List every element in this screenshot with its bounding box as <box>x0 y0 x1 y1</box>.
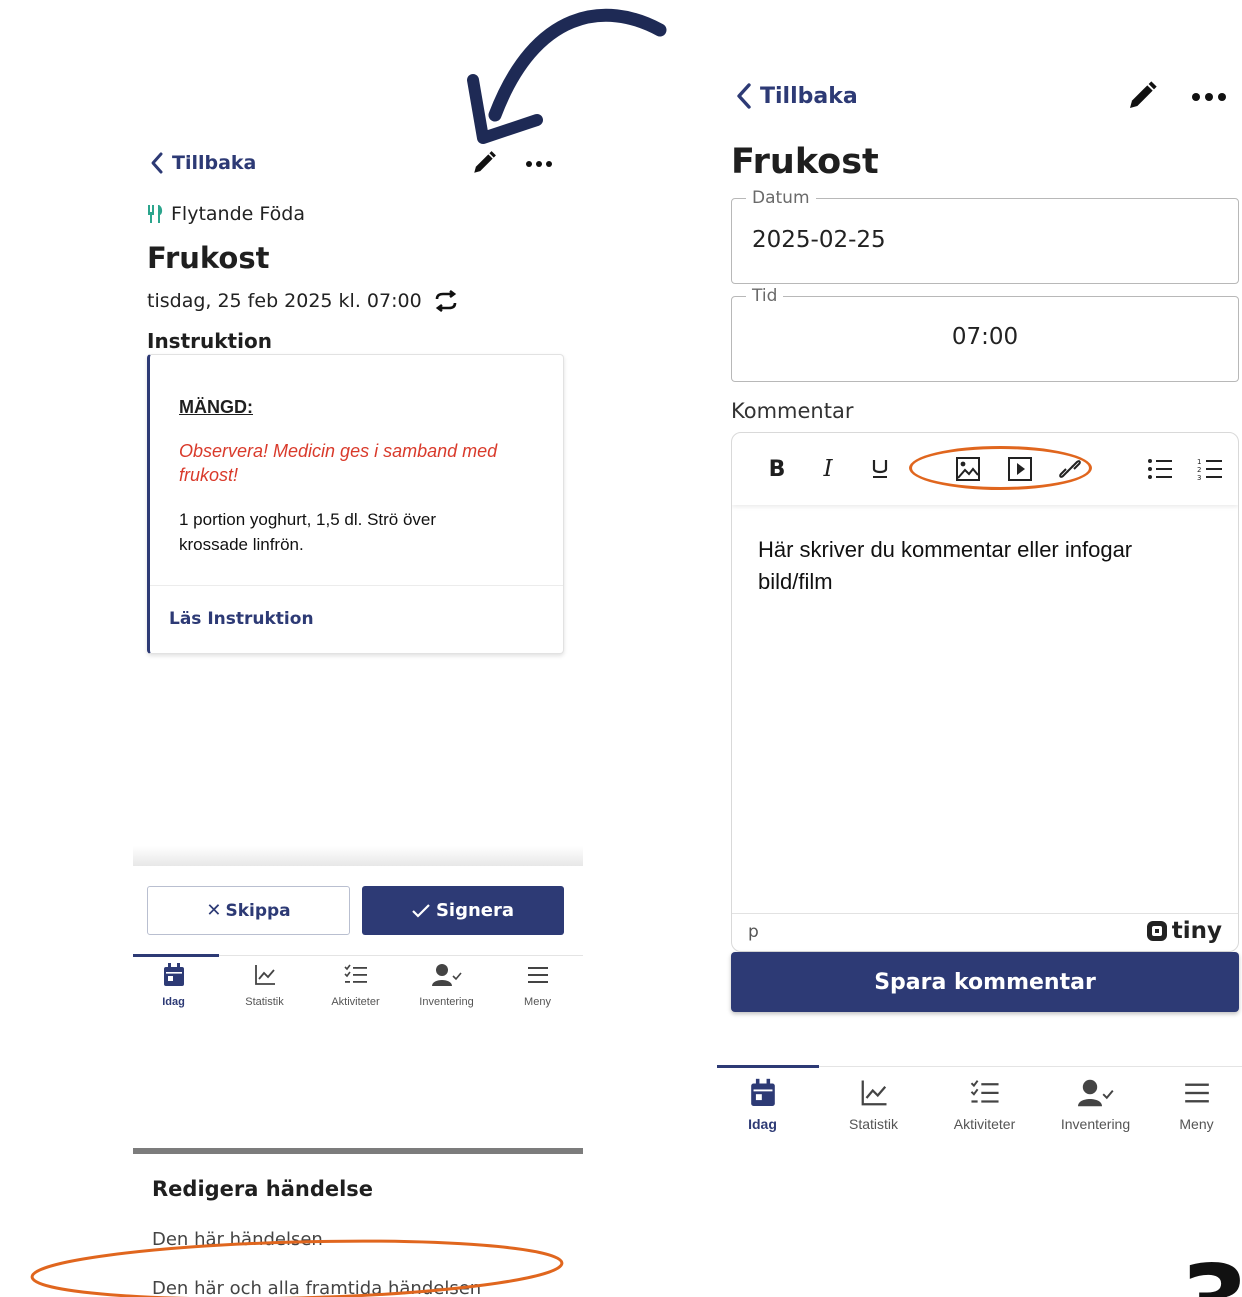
checklist-icon <box>970 1080 999 1103</box>
more-options-icon[interactable] <box>1192 93 1226 101</box>
pencil-icon[interactable] <box>471 150 497 176</box>
date-field[interactable]: Datum 2025-02-25 <box>731 188 1239 284</box>
sign-button[interactable]: Signera <box>362 886 564 935</box>
tab-label: Statistik <box>245 996 284 1008</box>
pencil-icon[interactable] <box>1126 80 1158 112</box>
tab-meny[interactable]: Meny <box>1151 1078 1242 1132</box>
bullet-list-icon <box>1148 459 1172 479</box>
tab-label: Idag <box>748 1116 777 1132</box>
tab-inventering[interactable]: Inventering <box>401 963 492 1008</box>
action-area-shadow <box>133 846 583 866</box>
tab-label: Meny <box>524 996 551 1008</box>
skip-button[interactable]: ✕ Skippa <box>147 886 350 935</box>
time-value: 07:00 <box>951 324 1019 350</box>
tab-aktiviteter[interactable]: Aktiviteter <box>310 963 401 1008</box>
instruction-body: 1 portion yoghurt, 1,5 dl. Strö över kro… <box>179 510 437 554</box>
active-tab-indicator <box>133 954 219 957</box>
tiny-brand: tiny <box>1171 918 1222 944</box>
sheet-title: Redigera händelse <box>152 1177 374 1201</box>
svg-text:1: 1 <box>1197 458 1201 466</box>
svg-text:3: 3 <box>1197 474 1201 482</box>
category-label: Flytande Föda <box>171 203 305 225</box>
tab-idag[interactable]: Idag <box>707 1078 818 1132</box>
back-label: Tillbaka <box>760 83 858 109</box>
chevron-left-icon <box>151 152 163 174</box>
italic-button[interactable]: I <box>816 455 840 483</box>
tab-idag[interactable]: Idag <box>128 963 219 1008</box>
tiny-logo: tiny <box>1146 918 1222 944</box>
annotation-ring-media-buttons <box>909 446 1092 490</box>
hamburger-menu-icon <box>1184 1083 1209 1103</box>
chart-line-icon <box>861 1080 886 1106</box>
editor-statusbar: p tiny <box>732 913 1238 951</box>
numbered-list-icon: 123 <box>1197 458 1222 482</box>
date-value: 2025-02-25 <box>752 227 886 253</box>
checklist-icon <box>343 964 367 983</box>
editor-content[interactable]: Här skriver du kommentar eller infogar b… <box>758 534 1198 598</box>
page-title: Frukost <box>147 241 270 275</box>
underline-icon <box>872 460 888 478</box>
read-instruction-link[interactable]: Läs Instruktion <box>169 609 314 629</box>
active-tab-indicator <box>717 1065 819 1068</box>
instruction-heading: MÄNGD: <box>179 397 253 417</box>
calendar-icon <box>163 963 184 986</box>
chevron-left-icon <box>737 83 751 109</box>
chart-line-icon <box>254 965 275 985</box>
save-comment-button[interactable]: Spara kommentar <box>731 952 1239 1012</box>
underline-button[interactable] <box>868 455 892 483</box>
skip-label: Skippa <box>225 900 291 921</box>
step-number: 3 <box>1180 1252 1242 1297</box>
tab-aktiviteter[interactable]: Aktiviteter <box>929 1078 1040 1132</box>
user-check-icon <box>431 964 462 986</box>
user-check-icon <box>1077 1079 1114 1107</box>
tab-statistik[interactable]: Statistik <box>818 1078 929 1132</box>
bullet-list-button[interactable] <box>1146 455 1174 483</box>
x-icon: ✕ <box>206 900 222 921</box>
numbered-list-button[interactable]: 123 <box>1196 455 1224 483</box>
bottom-tab-bar: Idag Statistik Aktiviteter Inventering M… <box>707 1078 1242 1132</box>
tab-inventering[interactable]: Inventering <box>1040 1078 1151 1132</box>
checkmark-icon <box>412 903 430 918</box>
time-field[interactable]: Tid 07:00 <box>731 286 1239 382</box>
tab-label: Inventering <box>419 996 474 1008</box>
section-label: Instruktion <box>147 329 272 353</box>
back-label: Tillbaka <box>172 152 257 174</box>
tab-label: Statistik <box>848 1116 898 1132</box>
svg-text:2: 2 <box>1197 466 1201 474</box>
fork-knife-icon <box>148 205 163 223</box>
tab-label: Aktiviteter <box>331 996 380 1008</box>
bottom-tab-bar: Idag Statistik Aktiviteter Inventering M… <box>128 963 583 1008</box>
annotation-arrow <box>467 8 667 144</box>
card-divider <box>150 585 563 586</box>
tiny-logo-icon <box>1146 921 1167 941</box>
tab-label: Idag <box>162 996 185 1008</box>
hamburger-menu-icon <box>527 967 548 983</box>
instruction-card: MÄNGD: Observera! Medicin ges i samband … <box>147 354 564 654</box>
event-datetime: tisdag, 25 feb 2025 kl. 07:00 <box>147 290 458 312</box>
calendar-icon <box>750 1078 775 1106</box>
comment-label: Kommentar <box>731 399 854 423</box>
tab-meny[interactable]: Meny <box>492 963 583 1008</box>
tab-statistik[interactable]: Statistik <box>219 963 310 1008</box>
sign-label: Signera <box>435 900 515 921</box>
status-path: p <box>748 922 759 942</box>
time-legend: Tid <box>746 286 784 306</box>
datetime-text: tisdag, 25 feb 2025 kl. 07:00 <box>147 290 422 312</box>
repeat-icon <box>435 290 456 312</box>
category-row: Flytande Föda <box>147 203 305 225</box>
bold-button[interactable]: B <box>764 455 790 483</box>
back-button[interactable]: Tillbaka <box>736 82 858 110</box>
back-button[interactable]: Tillbaka <box>150 151 256 175</box>
date-legend: Datum <box>746 188 816 208</box>
rich-text-editor[interactable]: B I 123 Här skriver du kommentar eller i… <box>731 432 1239 952</box>
save-label: Spara kommentar <box>874 969 1096 995</box>
annotation-ring-future-option <box>30 1239 564 1297</box>
tab-label: Aktiviteter <box>953 1116 1016 1132</box>
page-title: Frukost <box>731 142 879 182</box>
tab-label: Meny <box>1179 1116 1214 1132</box>
instruction-warning: Observera! Medicin ges i samband med fru… <box>179 441 498 485</box>
more-options-icon[interactable] <box>526 161 552 167</box>
tab-label: Inventering <box>1060 1116 1131 1132</box>
sheet-top-bar <box>133 1148 583 1154</box>
